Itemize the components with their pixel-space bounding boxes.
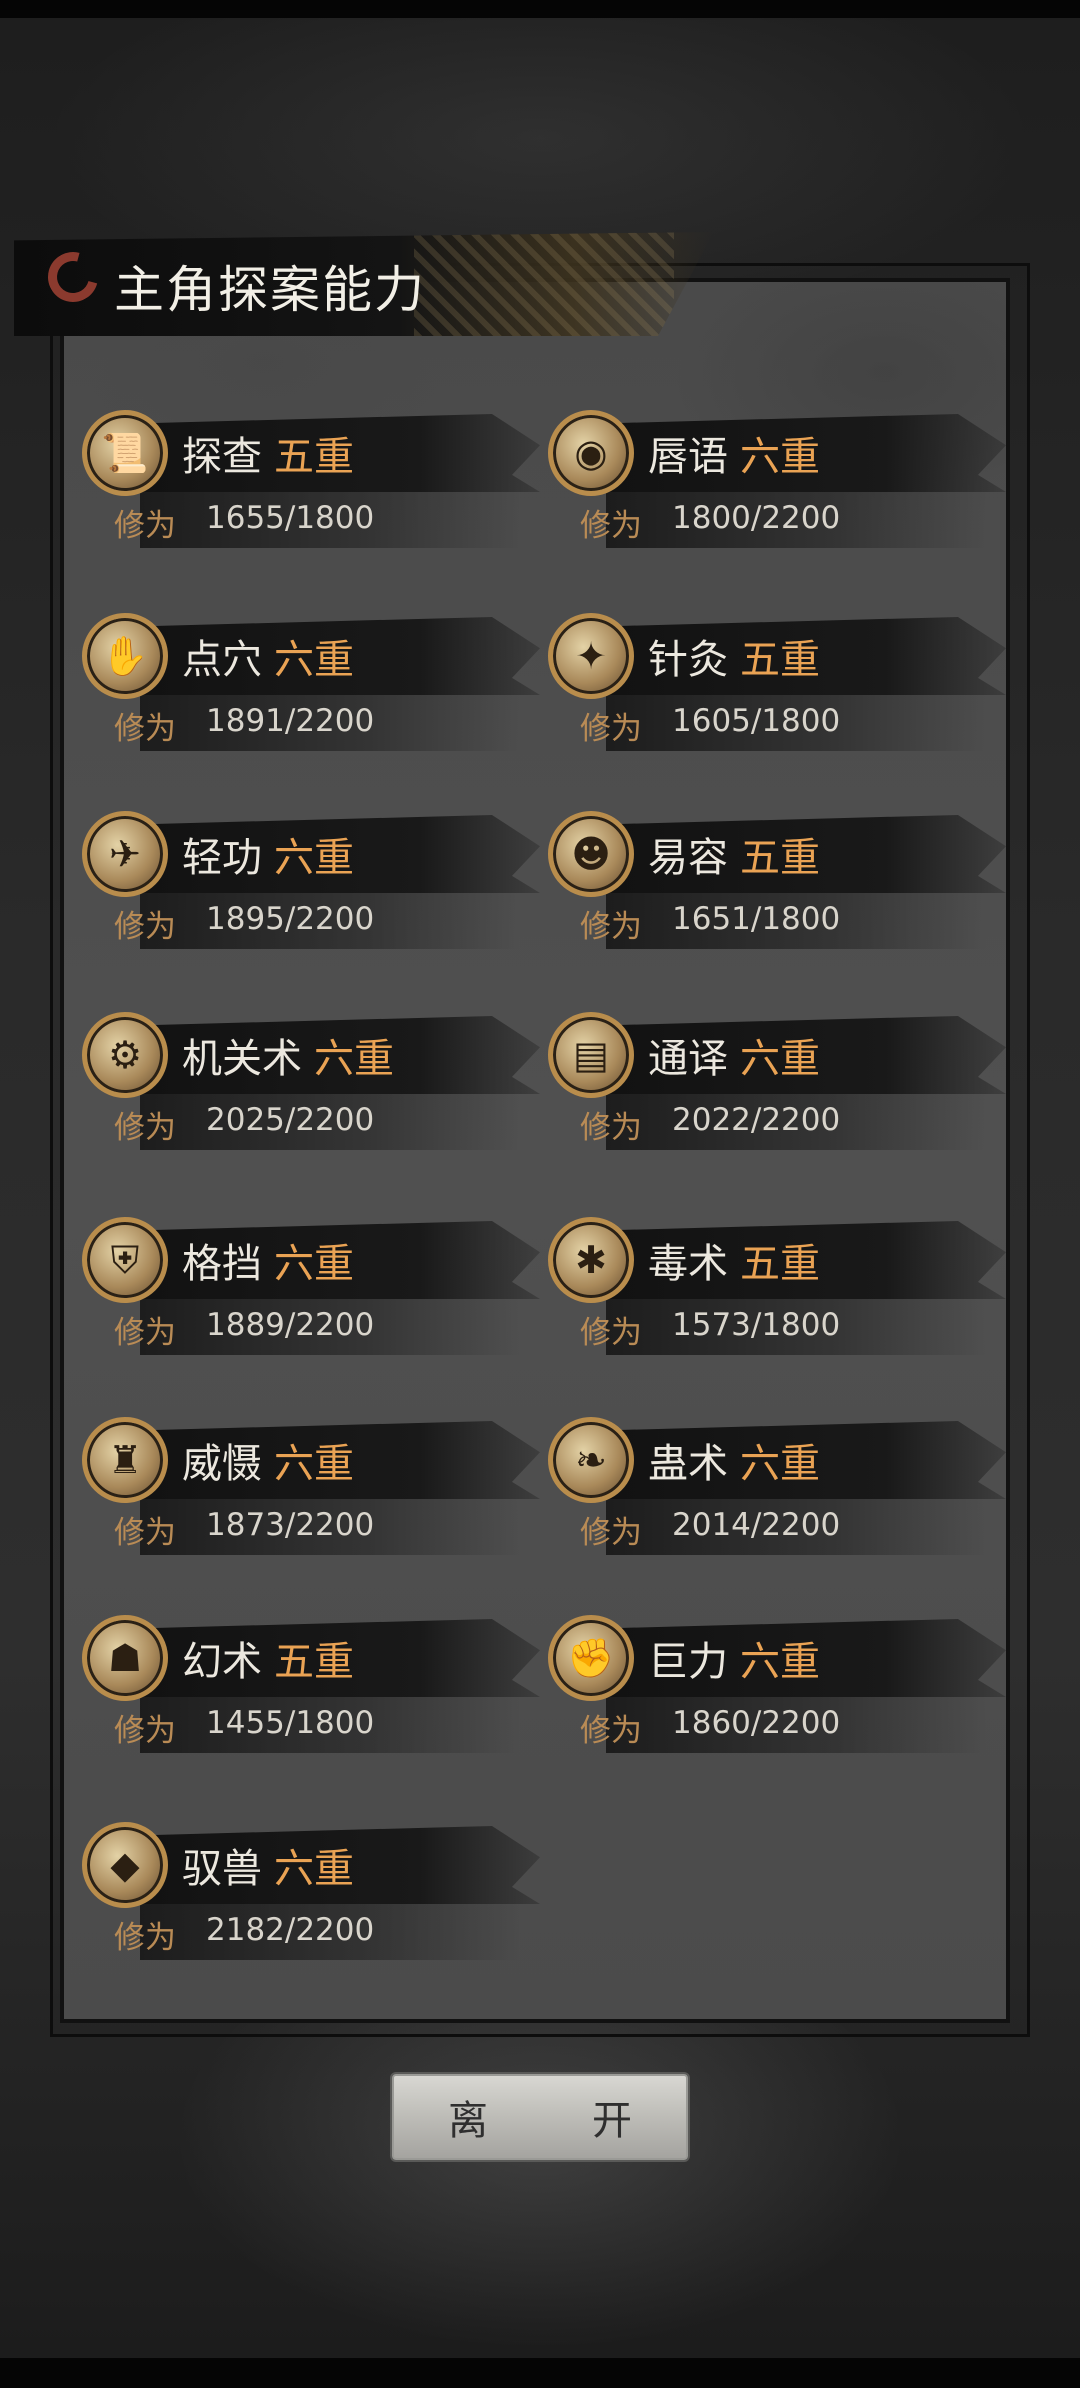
skill-name: 点穴 (182, 637, 262, 683)
exp-label: 修为 (114, 909, 176, 945)
skill-name: 机关术 (182, 1036, 302, 1082)
fist-icon: ✊ (548, 1615, 634, 1701)
hooded-figure-icon: ☗ (82, 1615, 168, 1701)
exp-label: 修为 (580, 909, 642, 945)
exp-value: 1873/2200 (206, 1507, 375, 1543)
skill-item-chunyu[interactable]: ◉ 唇语 六重 修为 1800/2200 (548, 410, 1008, 560)
skill-item-dushu[interactable]: ✱ 毒术 五重 修为 1573/1800 (548, 1217, 1008, 1367)
exp-label: 修为 (114, 711, 176, 747)
exp-label: 修为 (114, 508, 176, 544)
exp-label: 修为 (580, 1515, 642, 1551)
skill-level: 五重 (274, 1639, 354, 1685)
needle-icon: ✦ (548, 613, 634, 699)
exp-value: 1573/1800 (672, 1307, 841, 1343)
skill-name: 巨力 (648, 1639, 728, 1685)
larva-icon: ❧ (548, 1417, 634, 1503)
skill-item-weishe[interactable]: ♜ 威慑 六重 修为 1873/2200 (82, 1417, 542, 1567)
skill-item-gushu[interactable]: ❧ 蛊术 六重 修为 2014/2200 (548, 1417, 1008, 1567)
exp-value: 2182/2200 (206, 1912, 375, 1948)
skill-name: 蛊术 (648, 1441, 728, 1487)
skill-name: 幻术 (182, 1639, 262, 1685)
exp-value: 1889/2200 (206, 1307, 375, 1343)
skill-name: 毒术 (648, 1241, 728, 1287)
wolf-head-icon: ◆ (82, 1822, 168, 1908)
exp-label: 修为 (114, 1515, 176, 1551)
skill-item-dianxue[interactable]: ✋ 点穴 六重 修为 1891/2200 (82, 613, 542, 763)
leaping-figure-icon: ✈ (82, 811, 168, 897)
disguise-mask-icon: ☻ (548, 811, 634, 897)
skill-level: 五重 (274, 434, 354, 480)
skill-item-jiguanshu[interactable]: ⚙ 机关术 六重 修为 2025/2200 (82, 1012, 542, 1162)
page-title: 主角探案能力 (114, 261, 426, 319)
skill-name: 威慑 (182, 1441, 262, 1487)
exp-label: 修为 (114, 1110, 176, 1146)
exp-value: 1605/1800 (672, 703, 841, 739)
exp-value: 2022/2200 (672, 1102, 841, 1138)
scroll-icon: 📜 (82, 410, 168, 496)
skill-level: 六重 (740, 1639, 820, 1685)
skill-item-gedang[interactable]: ⛨ 格挡 六重 修为 1889/2200 (82, 1217, 542, 1367)
navigation-bar (0, 2358, 1080, 2388)
skill-name: 格挡 (182, 1241, 262, 1287)
skill-item-tancha[interactable]: 📜 探查 五重 修为 1655/1800 (82, 410, 542, 560)
skill-level: 五重 (740, 1241, 820, 1287)
skill-item-yirong[interactable]: ☻ 易容 五重 修为 1651/1800 (548, 811, 1008, 961)
exp-value: 1895/2200 (206, 901, 375, 937)
skill-name: 唇语 (648, 434, 728, 480)
skill-level: 六重 (274, 835, 354, 881)
skill-level: 六重 (274, 1241, 354, 1287)
shield-block-icon: ⛨ (82, 1217, 168, 1303)
skill-name: 探查 (182, 434, 262, 480)
exp-label: 修为 (114, 1920, 176, 1956)
leave-button[interactable]: 离 开 (392, 2074, 688, 2160)
exp-label: 修为 (580, 1713, 642, 1749)
skill-name: 针灸 (648, 637, 728, 683)
skill-item-tongyi[interactable]: ▤ 通译 六重 修为 2022/2200 (548, 1012, 1008, 1162)
exp-label: 修为 (580, 711, 642, 747)
warrior-stance-icon: ♜ (82, 1417, 168, 1503)
exp-label: 修为 (580, 1315, 642, 1351)
skill-level: 六重 (740, 1441, 820, 1487)
exp-value: 1800/2200 (672, 500, 841, 536)
exp-value: 1455/1800 (206, 1705, 375, 1741)
status-bar (0, 0, 1080, 18)
skill-item-huanshu[interactable]: ☗ 幻术 五重 修为 1455/1800 (82, 1615, 542, 1765)
skill-item-juli[interactable]: ✊ 巨力 六重 修为 1860/2200 (548, 1615, 1008, 1765)
skill-name: 驭兽 (182, 1846, 262, 1892)
exp-value: 2014/2200 (672, 1507, 841, 1543)
skill-name: 轻功 (182, 835, 262, 881)
exp-value: 2025/2200 (206, 1102, 375, 1138)
exp-value: 1651/1800 (672, 901, 841, 937)
exp-label: 修为 (580, 1110, 642, 1146)
skill-level: 五重 (740, 835, 820, 881)
skill-level: 六重 (274, 1441, 354, 1487)
skill-level: 六重 (274, 637, 354, 683)
exp-value: 1860/2200 (672, 1705, 841, 1741)
exp-value: 1655/1800 (206, 500, 375, 536)
exp-label: 修为 (114, 1713, 176, 1749)
skill-level: 六重 (274, 1846, 354, 1892)
skill-level: 六重 (740, 1036, 820, 1082)
spider-icon: ✱ (548, 1217, 634, 1303)
skill-name: 通译 (648, 1036, 728, 1082)
skill-level: 六重 (740, 434, 820, 480)
skill-item-zhenjiu[interactable]: ✦ 针灸 五重 修为 1605/1800 (548, 613, 1008, 763)
exp-label: 修为 (114, 1315, 176, 1351)
skill-level: 五重 (740, 637, 820, 683)
skill-name: 易容 (648, 835, 728, 881)
exp-label: 修为 (580, 508, 642, 544)
skill-item-qinggong[interactable]: ✈ 轻功 六重 修为 1895/2200 (82, 811, 542, 961)
lips-mask-icon: ◉ (548, 410, 634, 496)
exp-value: 1891/2200 (206, 703, 375, 739)
skill-level: 六重 (314, 1036, 394, 1082)
gear-icon: ⚙ (82, 1012, 168, 1098)
books-icon: ▤ (548, 1012, 634, 1098)
finger-strike-icon: ✋ (82, 613, 168, 699)
skill-item-yushou[interactable]: ◆ 驭兽 六重 修为 2182/2200 (82, 1822, 542, 1972)
